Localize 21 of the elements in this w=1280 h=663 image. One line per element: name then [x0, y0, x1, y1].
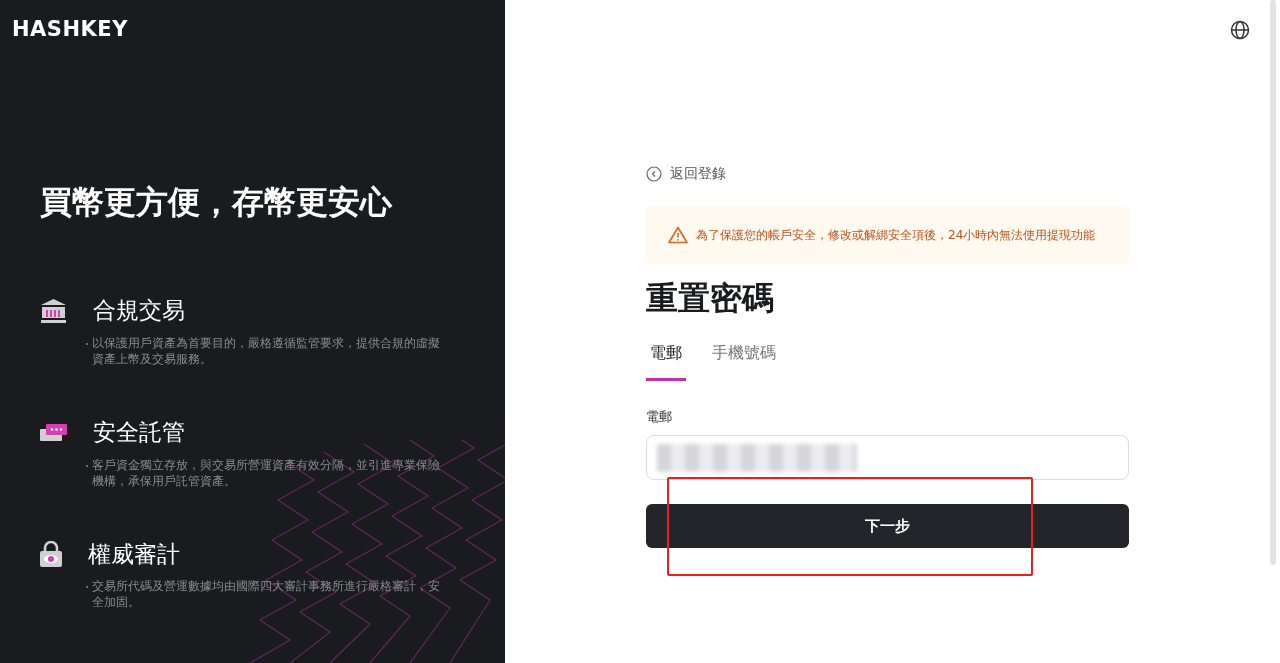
back-link[interactable]: 返回登錄 [646, 163, 726, 184]
feature-title: 權威審計 [88, 540, 180, 569]
logo-text: HASHKEY [11, 16, 128, 42]
globe-icon[interactable] [1230, 20, 1250, 40]
tab[interactable]: 電郵 [646, 330, 686, 381]
warning-icon [668, 225, 688, 244]
notice-text: 為了保護您的帳戶安全，修改或解綁安全項後，24小時內無法使用提現功能 [696, 226, 1096, 244]
lock-eye-icon [40, 541, 62, 568]
bank-icon [40, 298, 67, 325]
card-icon [40, 423, 67, 442]
feature-title: 合規交易 [93, 297, 185, 325]
back-circle-icon [646, 165, 662, 182]
feature-description: 以保護用戶資產為首要目的，嚴格遵循監管要求，提供合規的虛擬資產上幣及交易服務。 [92, 335, 440, 367]
email-input-field[interactable] [646, 435, 1129, 481]
field-label: 電郵 [646, 407, 673, 426]
hero-title: 買幣更方便，存幣更安心 [40, 183, 393, 222]
feature-description: 交易所代碼及營運數據均由國際四大審計事務所進行嚴格審計，安全加固。 [92, 578, 440, 611]
feature-title: 安全託管 [93, 419, 185, 447]
next-button[interactable]: 下一步 [646, 504, 1129, 549]
tab[interactable]: 手機號碼 [708, 330, 780, 381]
page-title: 重置密碼 [646, 278, 775, 317]
